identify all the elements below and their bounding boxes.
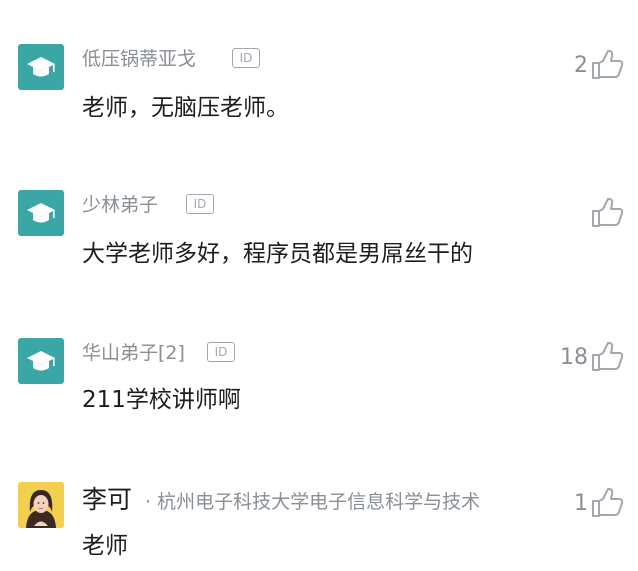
comment-text: 老师 (82, 533, 128, 559)
username[interactable]: 低压锅蒂亚戈 (82, 44, 196, 71)
thumbs-up-icon (590, 49, 624, 81)
id-badge-icon: ID (207, 342, 235, 362)
username[interactable]: 少林弟子 (82, 190, 158, 217)
like-button[interactable]: 1 (574, 486, 624, 520)
comment-text: 老师，无脑压老师。 (82, 95, 289, 121)
user-photo-icon (18, 482, 64, 528)
avatar[interactable] (18, 190, 64, 236)
avatar[interactable] (18, 482, 64, 528)
id-badge-icon: ID (232, 48, 260, 68)
thumbs-up-icon (590, 341, 624, 373)
graduation-cap-icon (27, 351, 55, 371)
thumbs-up-icon (590, 487, 624, 519)
avatar[interactable] (18, 338, 64, 384)
thumbs-up-icon (590, 197, 624, 229)
comment-text: 211学校讲师啊 (82, 387, 241, 413)
like-count: 18 (560, 344, 588, 370)
id-badge-icon: ID (186, 194, 214, 214)
user-school: · 杭州电子科技大学电子信息科学与技术 (145, 491, 481, 513)
like-button[interactable] (588, 196, 624, 230)
username[interactable]: 李可 (82, 480, 132, 516)
username[interactable]: 华山弟子[2] (82, 338, 185, 365)
like-count: 2 (574, 52, 588, 78)
like-count: 1 (574, 490, 588, 516)
like-button[interactable]: 2 (574, 48, 624, 82)
graduation-cap-icon (27, 57, 55, 77)
comment-text: 大学老师多好，程序员都是男屌丝干的 (82, 241, 473, 267)
avatar[interactable] (18, 44, 64, 90)
graduation-cap-icon (27, 203, 55, 223)
like-button[interactable]: 18 (560, 340, 624, 374)
